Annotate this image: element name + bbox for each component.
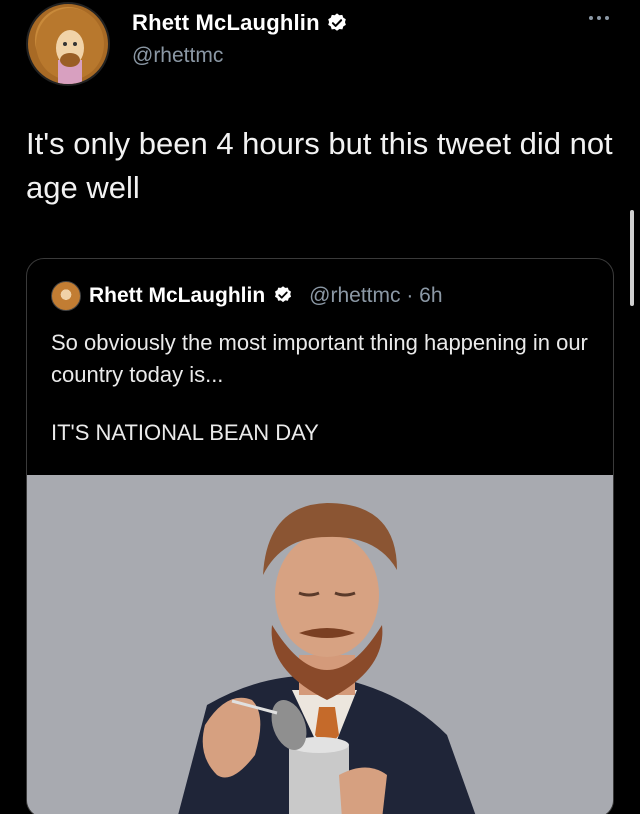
quoted-author-name: Rhett McLaughlin — [89, 284, 266, 307]
quoted-media-image[interactable] — [27, 475, 613, 814]
verified-badge-icon — [326, 12, 348, 34]
author-name[interactable]: Rhett McLaughlin — [132, 10, 348, 36]
quoted-tweet-header: Rhett McLaughlin @rhettmc · 6h — [51, 281, 443, 311]
avatar[interactable] — [26, 2, 110, 86]
more-horizontal-icon[interactable] — [588, 6, 610, 27]
verified-badge-icon — [273, 285, 295, 307]
quoted-tweet-card[interactable]: Rhett McLaughlin @rhettmc · 6h So obviou… — [26, 258, 614, 814]
quoted-tweet-text: So obviously the most important thing ha… — [51, 327, 591, 449]
quoted-text-line1: So obviously the most important thing ha… — [51, 330, 588, 387]
tweet-text: It's only been 4 hours but this tweet di… — [26, 126, 622, 205]
author-name-text[interactable]: Rhett McLaughlin — [132, 10, 320, 36]
quoted-avatar — [51, 281, 81, 311]
quoted-text-line2: IT'S NATIONAL BEAN DAY — [51, 420, 319, 445]
quoted-meta: @rhettmc · 6h — [309, 284, 443, 307]
tweet-header: Rhett McLaughlin @rhettmc — [0, 0, 640, 100]
author-handle[interactable]: @rhettmc — [132, 44, 223, 68]
scrollbar[interactable] — [630, 210, 634, 306]
